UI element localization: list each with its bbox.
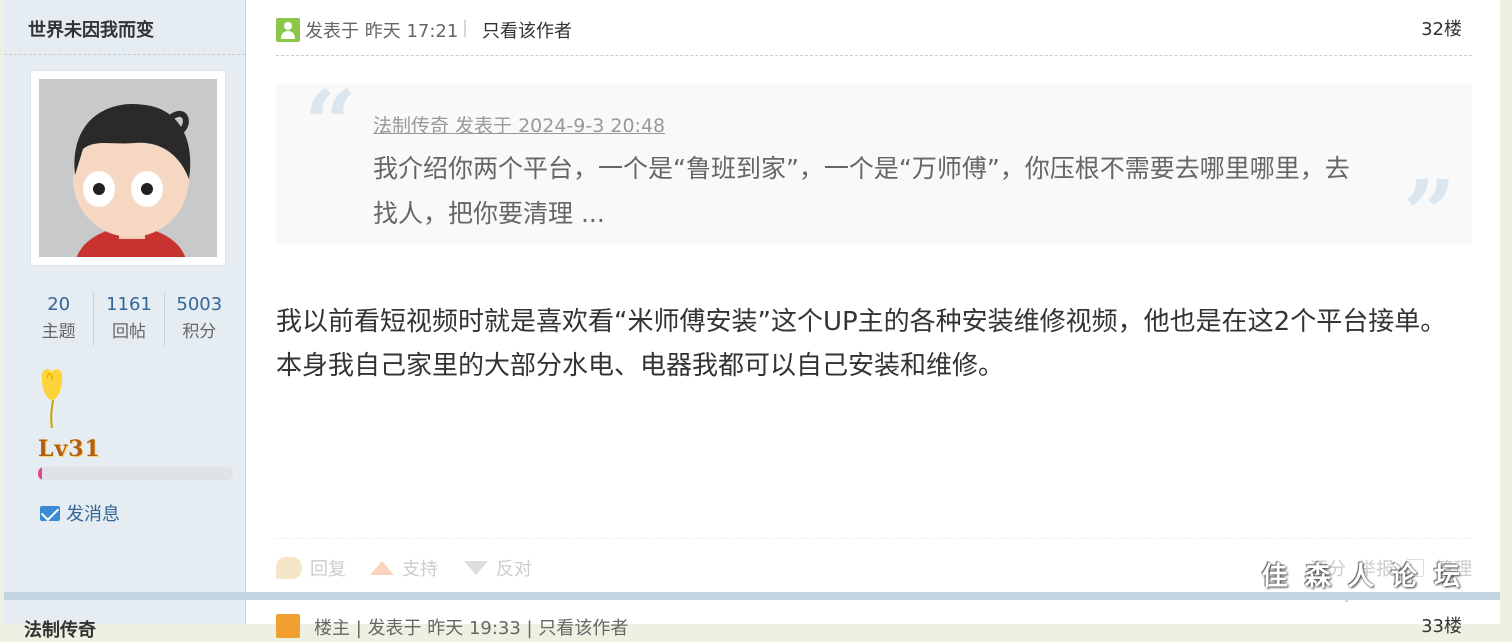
post-time: 发表于 昨天 17:21 [305,21,459,42]
site-watermark: 佳 森 人 论 坛 [1261,562,1464,592]
reply-button[interactable]: 回复 [276,555,346,581]
level-progress-fill [38,467,42,480]
thumb-down-arrow-icon [464,561,488,575]
next-post-meta: 楼主 | 发表于 昨天 19:33 | 只看该作者 [314,618,629,639]
send-message-link[interactable]: 发消息 [40,500,120,526]
stat-points-label: 积分 [182,322,217,342]
post-separator [4,592,1500,600]
author-sidebar: 世界未因我而变 20 主题 1161 回帖 5003 积分 Lv31 发消息 [4,0,246,592]
cartoon-boy-avatar-icon [39,79,217,257]
sidebar-divider [4,54,245,55]
user-online-icon [276,18,300,42]
stat-replies[interactable]: 1161 回帖 [93,292,163,346]
author-stats: 20 主题 1161 回帖 5003 积分 [24,292,234,346]
stat-topics-label: 主题 [41,322,76,342]
stat-replies-value: 1161 [106,294,152,315]
post-content: 我以前看短视频时就是喜欢看“米师傅安装”这个UP主的各种安装维修视频，他也是在这… [276,307,1447,381]
close-quote-icon: ” [1403,160,1456,268]
quote-text: 我介绍你两个平台，一个是“鲁班到家”，一个是“万师傅”，你压根不需要去哪里哪里，… [373,154,1350,228]
quote-block: “ 法制传奇 发表于 2024-9-3 20:48 我介绍你两个平台，一个是“鲁… [276,78,1472,260]
reply-icon [276,557,302,579]
next-post-header: 楼主 | 发表于 昨天 19:33 | 只看该作者 [276,614,628,640]
user-icon [276,614,300,638]
reply-label: 回复 [310,559,346,580]
forum-page: 世界未因我而变 20 主题 1161 回帖 5003 积分 Lv31 发消息 发… [0,0,1512,641]
support-button[interactable]: 支持 [370,555,438,581]
send-message-label: 发消息 [66,504,120,525]
only-author-link[interactable]: 只看该作者 [482,17,572,43]
avatar-image [39,79,217,257]
next-author-name[interactable]: 法制传奇 [24,616,96,642]
oppose-label: 反对 [496,559,532,580]
tulip-medal-icon[interactable] [36,366,68,432]
envelope-icon [40,505,60,521]
stat-topics[interactable]: 20 主题 [24,292,93,346]
header-separator: | [462,17,469,38]
next-floor-number[interactable]: 33楼 [1421,612,1462,638]
thumb-up-arrow-icon [370,561,394,575]
quote-source-link[interactable]: 法制传奇 发表于 2024-9-3 20:48 [373,111,665,138]
stat-points-value: 5003 [176,294,223,315]
avatar[interactable] [30,70,226,266]
stat-topics-value: 20 [47,294,71,315]
author-name[interactable]: 世界未因我而变 [28,16,154,42]
oppose-button[interactable]: 反对 [464,555,532,581]
floor-number[interactable]: 32楼 [1421,15,1462,41]
open-quote-icon: “ [304,70,357,178]
level-progress-bar [38,467,233,480]
level-badge: Lv31 [38,436,101,462]
page-right-margin [1500,0,1512,624]
post-header: 发表于 昨天 17:21 | 只看该作者 32楼 [276,14,1472,56]
stat-replies-label: 回帖 [111,322,146,342]
stat-points[interactable]: 5003 积分 [163,292,234,346]
support-label: 支持 [402,559,438,580]
